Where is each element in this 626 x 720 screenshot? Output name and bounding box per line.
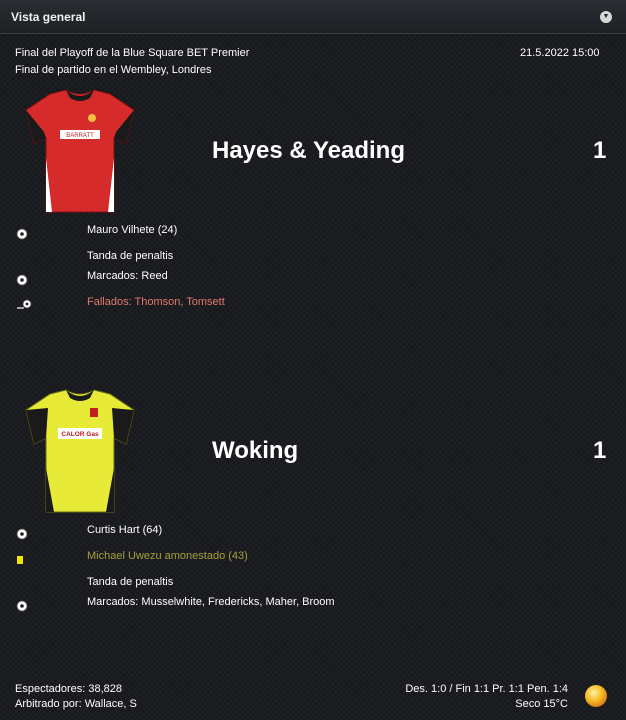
ball-icon <box>16 528 28 540</box>
away-team-name[interactable]: Woking <box>212 437 298 465</box>
away-goal-event: Curtis Hart (64) <box>87 524 163 536</box>
home-kit-sponsor: BARRATT <box>66 133 94 139</box>
home-goal-event: Mauro Vilhete (24) <box>87 224 178 236</box>
away-booking-event: Michael Uwezu amonestado (43) <box>87 550 248 562</box>
referee-label: Arbitrado por: Wallace, S <box>15 698 137 710</box>
ball-icon <box>16 274 28 286</box>
ball-icon <box>16 600 28 612</box>
home-kit-image: BARRATT <box>22 88 138 216</box>
competition-label: Final del Playoff de la Blue Square BET … <box>15 47 250 59</box>
sun-icon <box>585 685 607 707</box>
match-datetime: 21.5.2022 15:00 <box>520 47 600 59</box>
home-score: 1 <box>593 137 607 164</box>
away-kit-image: CALOR Gas <box>22 388 138 516</box>
away-shootout-title: Tanda de penaltis <box>87 576 174 588</box>
missed-penalty-icon <box>17 299 32 309</box>
panel-title: Vista general <box>11 10 86 24</box>
overview-header: Vista general ▼ <box>0 0 626 34</box>
attendance-label: Espectadores: 38,828 <box>15 683 123 695</box>
home-shootout-scored: Marcados: Reed <box>87 270 168 282</box>
home-shootout-missed: Fallados: Thomson, Tomsett <box>87 296 225 308</box>
away-kit-sponsor: CALOR Gas <box>61 431 99 438</box>
home-team-name[interactable]: Hayes & Yeading <box>212 137 405 165</box>
ball-icon <box>16 228 28 240</box>
away-shootout-scored: Marcados: Musselwhite, Fredericks, Maher… <box>87 596 335 608</box>
yellow-card-icon <box>17 556 23 564</box>
venue-label: Final de partido en el Wembley, Londres <box>15 64 212 76</box>
away-score: 1 <box>593 437 607 464</box>
score-summary: Des. 1:0 / Fin 1:1 Pr. 1:1 Pen. 1:4 <box>405 683 568 695</box>
chevron-down-icon[interactable]: ▼ <box>600 11 612 23</box>
weather-label: Seco 15°C <box>515 698 568 710</box>
home-shootout-title: Tanda de penaltis <box>87 250 174 262</box>
